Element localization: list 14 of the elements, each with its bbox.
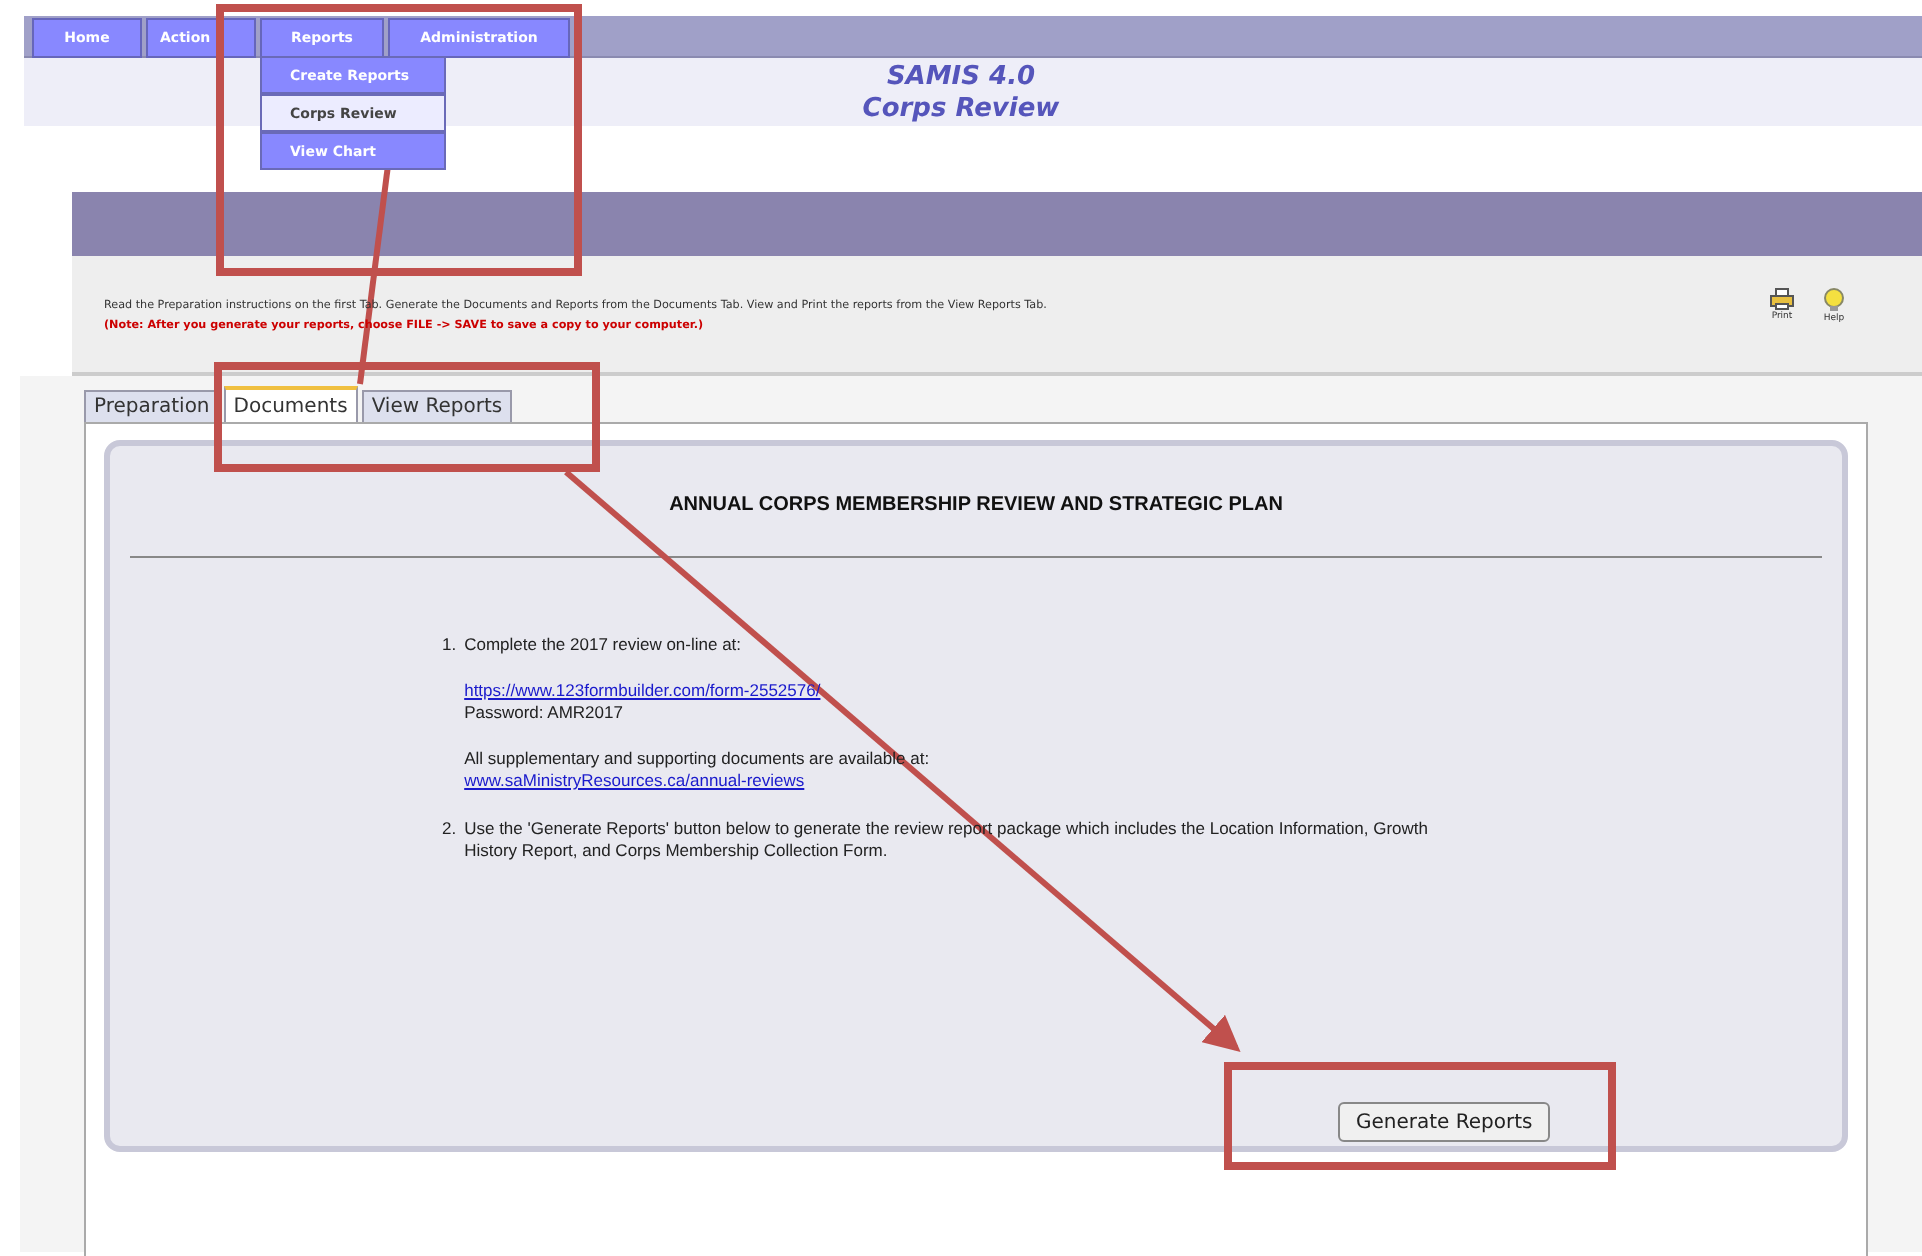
app-title: SAMIS 4.0	[886, 60, 1036, 94]
tab[interactable]: Preparation	[84, 390, 220, 422]
password-text: Password: AMR2017	[464, 702, 625, 724]
lightbulb-icon	[1822, 288, 1846, 312]
generate-reports-button[interactable]: Generate Reports	[1338, 1102, 1551, 1142]
section-heading: ANNUAL CORPS MEMBERSHIP REVIEW AND STRATEGIC PLAN	[667, 492, 1285, 516]
step-text: Complete the 2017 review on-line at:	[464, 634, 744, 656]
printer-icon	[1770, 288, 1794, 310]
tab[interactable]: Documents	[223, 386, 358, 422]
resources-link[interactable]: www.saMinistryResources.ca/annual-reviews	[464, 770, 805, 792]
list-number: 1.	[442, 634, 457, 658]
tab[interactable]: View Reports	[361, 390, 513, 422]
list-number: 2.	[442, 818, 457, 842]
page-subtitle: Corps Review	[862, 94, 1060, 126]
